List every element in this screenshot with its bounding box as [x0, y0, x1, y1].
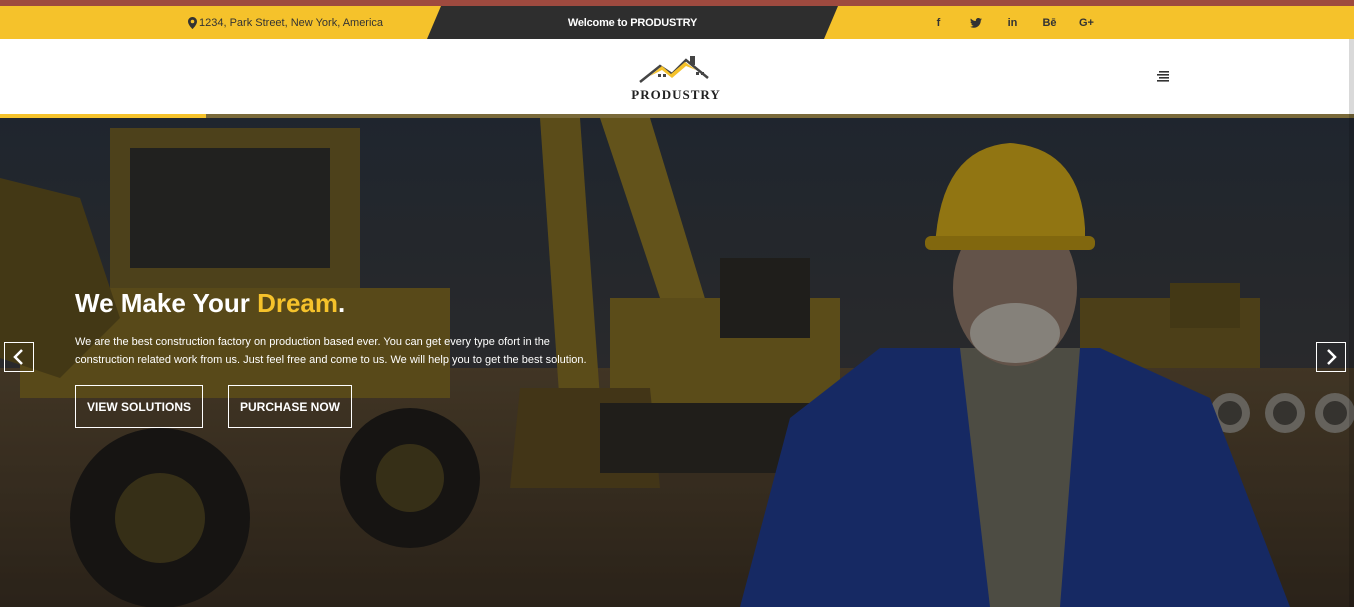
chevron-right-icon: [1327, 349, 1337, 365]
linkedin-icon[interactable]: in: [994, 17, 1031, 29]
slider-prev-button[interactable]: [4, 342, 34, 372]
view-solutions-button[interactable]: VIEW SOLUTIONS: [75, 385, 203, 428]
welcome-strip: Welcome to PRODUSTRY: [427, 6, 838, 39]
social-links: f in Bē G+: [920, 6, 1105, 39]
facebook-icon[interactable]: f: [920, 17, 957, 29]
main-header: PRODUSTRY: [0, 39, 1354, 114]
house-roof-icon: [639, 56, 709, 83]
address-info: 1234, Park Street, New York, America: [188, 6, 383, 39]
page-scrollbar[interactable]: [1349, 39, 1354, 607]
top-bar: 1234, Park Street, New York, America Wel…: [0, 6, 1354, 39]
chevron-left-icon: [13, 349, 23, 365]
welcome-text: Welcome to PRODUSTRY: [567, 16, 698, 29]
hero-title: We Make Your Dream.: [75, 288, 345, 319]
behance-icon[interactable]: Bē: [1031, 17, 1068, 29]
twitter-icon[interactable]: [957, 17, 994, 29]
hero-title-highlight: Dream: [257, 288, 339, 318]
map-marker-icon: [188, 16, 197, 29]
address-text: 1234, Park Street, New York, America: [199, 16, 384, 29]
logo-text: PRODUSTRY: [631, 87, 721, 102]
hero-description: We are the best construction factory on …: [75, 336, 587, 366]
hamburger-menu-icon[interactable]: [1156, 69, 1172, 83]
google-plus-icon[interactable]: G+: [1068, 17, 1105, 29]
hero-title-prefix: We Make Your: [75, 288, 258, 318]
purchase-now-button[interactable]: PURCHASE NOW: [228, 385, 352, 428]
hero-title-suffix: .: [338, 288, 346, 318]
site-logo[interactable]: PRODUSTRY: [630, 52, 722, 104]
hero-slider: We Make Your Dream. We are the best cons…: [0, 118, 1354, 607]
slider-next-button[interactable]: [1316, 342, 1346, 372]
